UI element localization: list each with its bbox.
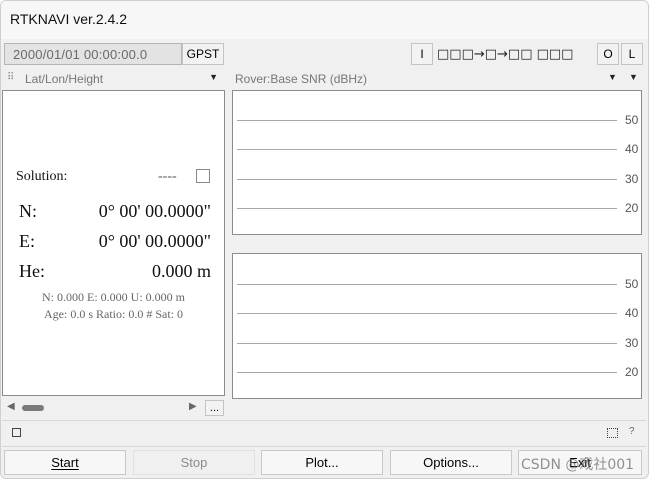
more-button[interactable]: ... <box>205 400 224 416</box>
chevron-down-icon: ▼ <box>608 72 617 82</box>
y-tick-label: 50 <box>625 277 639 291</box>
longitude-label: E: <box>19 231 35 251</box>
gridline-30 <box>237 343 617 344</box>
status-bar: ? <box>2 420 646 447</box>
title-bar: RTKNAVI ver.2.4.2 <box>1 1 648 39</box>
y-tick-label: 20 <box>625 365 639 379</box>
y-tick-label: 20 <box>625 201 639 215</box>
plot-button-label: Plot... <box>305 455 339 470</box>
plot-type-label: Rover:Base SNR (dBHz) <box>235 72 368 86</box>
stop-button-label: Stop <box>180 455 208 470</box>
gridline-40 <box>237 313 617 314</box>
input-stream-button[interactable]: I <box>411 43 433 65</box>
latitude-value: 0° 00' 00.0000" <box>98 201 211 221</box>
y-tick-label: 30 <box>625 336 639 350</box>
y-tick-label: 40 <box>625 142 639 156</box>
height-label: He: <box>19 261 45 281</box>
time-system-button[interactable]: GPST <box>182 43 224 65</box>
height-value: 0.000 m <box>151 261 211 281</box>
solution-status: ---- <box>158 169 177 184</box>
list-icon: ⠿ <box>7 72 15 83</box>
time-text: 2000/01/01 00:00:00.0 <box>13 47 148 62</box>
gridline-50 <box>237 284 617 285</box>
app-window: RTKNAVI ver.2.4.2 2000/01/01 00:00:00.0 … <box>0 0 649 479</box>
latitude-label: N: <box>19 201 37 221</box>
panel-menu-chevron-icon[interactable]: ▼ <box>629 72 638 82</box>
y-tick-label: 30 <box>625 172 639 186</box>
message-indicator-icon[interactable] <box>12 428 21 437</box>
horizontal-scrollbar[interactable]: ◀ ▶ <box>4 400 203 416</box>
window-title: RTKNAVI ver.2.4.2 <box>10 11 127 27</box>
position-format-label: Lat/Lon/Height <box>25 72 104 86</box>
stream-status-indicator: □□□→□→□□ □□□ <box>437 43 595 65</box>
gridline-20 <box>237 208 617 209</box>
stop-button[interactable]: Stop <box>133 450 255 475</box>
snr-plot-rover: 50 40 30 20 <box>232 90 642 235</box>
scroll-left-icon[interactable]: ◀ <box>7 401 15 412</box>
solution-status-checkbox <box>196 169 210 183</box>
scroll-thumb[interactable] <box>22 405 44 411</box>
solution-panel: Solution: ---- N: 0° 00' 00.0000" E: 0° … <box>2 90 225 396</box>
stats-line-1: N: 0.000 E: 0.000 U: 0.000 m <box>42 290 185 304</box>
gridline-20 <box>237 372 617 373</box>
options-button[interactable]: Options... <box>390 450 512 475</box>
log-stream-button[interactable]: L <box>621 43 643 65</box>
scroll-right-icon[interactable]: ▶ <box>189 401 197 412</box>
longitude-value: 0° 00' 00.0000" <box>98 231 211 251</box>
help-icon[interactable]: ? <box>629 426 635 437</box>
options-button-label: Options... <box>423 455 479 470</box>
y-tick-label: 40 <box>625 306 639 320</box>
start-button-label: Start <box>51 455 79 470</box>
plot-button[interactable]: Plot... <box>261 450 383 475</box>
stats-line-2: Age: 0.0 s Ratio: 0.0 # Sat: 0 <box>44 307 183 321</box>
start-button[interactable]: Start <box>4 450 126 475</box>
gridline-30 <box>237 179 617 180</box>
task-tray-icon[interactable] <box>607 428 618 438</box>
output-stream-button[interactable]: O <box>597 43 619 65</box>
gridline-50 <box>237 120 617 121</box>
time-display: 2000/01/01 00:00:00.0 <box>4 43 182 65</box>
solution-label: Solution: <box>16 169 68 184</box>
stream-status-text: □□□→□→□□ □□□ <box>437 46 574 62</box>
chevron-down-icon: ▼ <box>209 72 218 82</box>
gridline-40 <box>237 149 617 150</box>
position-format-select[interactable]: ⠿ Lat/Lon/Height ▼ <box>4 70 223 89</box>
plot-type-select[interactable]: Rover:Base SNR (dBHz) ▼ ▼ <box>231 70 643 89</box>
watermark: CSDN @戏社001 <box>521 457 635 473</box>
snr-plot-base: 50 40 30 20 <box>232 253 642 399</box>
y-tick-label: 50 <box>625 113 639 127</box>
